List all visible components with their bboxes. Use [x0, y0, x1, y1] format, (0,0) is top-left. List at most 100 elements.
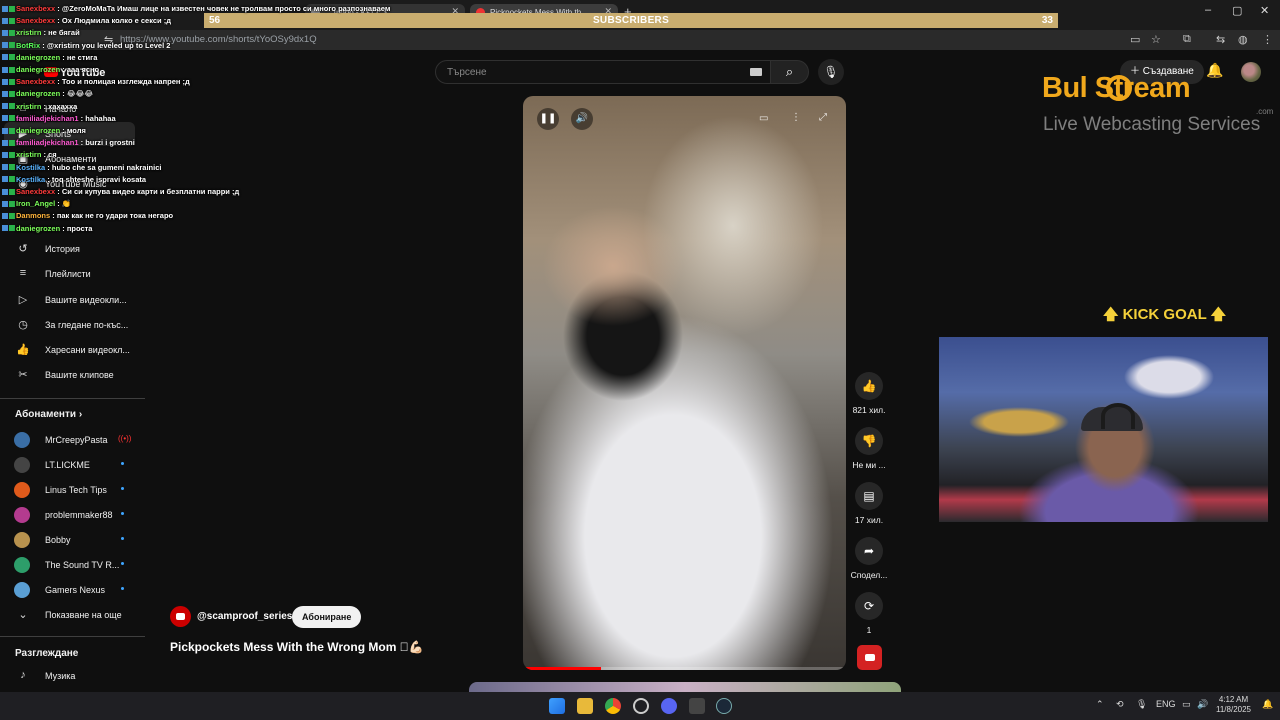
volume-icon[interactable]: 🔊 [571, 108, 593, 130]
subscription-name: LT.LICKME [45, 460, 90, 470]
subscription-item[interactable]: Linus Tech Tips [0, 478, 140, 502]
voice-search-button[interactable]: 🎙 [818, 59, 844, 85]
subscription-item[interactable]: problemmaker88 [0, 503, 140, 527]
platform-badge-icon [2, 176, 8, 183]
streamer-headset [1081, 403, 1143, 431]
notifications-icon[interactable]: 🔔 [1262, 699, 1273, 710]
watch-later-icon: ◷ [18, 319, 28, 331]
chat-message: Kostilka : toq shteshe ispravi kosata [2, 175, 146, 184]
sidebar-item-history[interactable]: ↺ История [0, 237, 135, 261]
share-button[interactable]: ➦ Сподел... [849, 537, 889, 580]
share-icon: ➦ [855, 537, 883, 565]
chat-message: Iron_Angel : 👏 [2, 199, 71, 208]
chat-text: toq shteshe ispravi kosata [51, 174, 147, 184]
sidebar-divider [0, 398, 145, 399]
chat-message: daniegrozen : не стига [2, 53, 97, 62]
subscription-item[interactable]: MrCreepyPasta ((•)) [0, 428, 140, 452]
volume-tray-icon[interactable]: 🔊 [1197, 699, 1208, 710]
subscription-item[interactable]: Bobby [0, 528, 140, 552]
sub-badge-icon [9, 78, 15, 85]
video-menu-icon[interactable]: ⋮ [791, 112, 801, 123]
bookmark-star-icon[interactable]: ☆ [1151, 33, 1161, 46]
terminal-icon[interactable] [689, 698, 705, 714]
chat-separator: : [60, 223, 67, 233]
chat-text: Тоо и полицая изглежда напрен ;д [61, 77, 190, 87]
subscription-name: Bobby [45, 535, 71, 545]
chat-text: Си си купува видео карти и безплатни пар… [61, 187, 240, 196]
chat-message: Sanexbexx : Ох Людмила колко е секси ;д [2, 16, 171, 25]
platform-badge-icon [2, 66, 8, 73]
captions-icon[interactable]: ▭ [759, 113, 768, 124]
video-progress-bar[interactable] [523, 667, 846, 670]
tab-search-icon[interactable]: ⇆ [1216, 33, 1225, 46]
browser-menu-icon[interactable]: ⋮ [1262, 33, 1273, 46]
chat-username: Kostilka [16, 162, 46, 172]
sidebar-item-watch-later[interactable]: ◷ За гледане по-къс... [0, 313, 135, 337]
tray-overflow-icon[interactable]: ⌃ [1096, 699, 1104, 710]
chat-separator: : [60, 52, 67, 62]
subscription-name: problemmaker88 [45, 510, 113, 520]
chat-username: daniegrozen [16, 126, 61, 135]
channel-avatar [14, 482, 30, 498]
sidebar-item-music[interactable]: ♪ Музика [0, 664, 135, 688]
system-clock[interactable]: 4:12 AM 11/8/2025 [1216, 695, 1251, 715]
chat-username: Sanexbexx [16, 16, 56, 26]
fullscreen-icon[interactable]: ⤢ [819, 112, 827, 123]
sidebar-item-label: Вашите видеокли... [45, 295, 127, 305]
minimize-button[interactable]: – [1205, 4, 1211, 16]
chat-username: daniegrozen [16, 65, 61, 74]
sidebar-item-your-videos[interactable]: ▷ Вашите видеокли... [0, 288, 135, 312]
tray-app-icon[interactable]: ⟲ [1116, 699, 1124, 710]
subscribe-button[interactable]: Абониране [292, 606, 362, 628]
chevron-right-icon: › [78, 409, 83, 420]
chat-username: BotRix [16, 40, 41, 50]
subscription-item[interactable]: The Sound TV R... [0, 553, 140, 577]
channel-name[interactable]: @scamproof_series [197, 611, 292, 622]
sidebar-item-liked[interactable]: 👍 Харесани видеокл... [0, 338, 135, 362]
search-button[interactable]: ⌕ [771, 60, 809, 84]
subscribers-goal-bar: 56 SUBSCRIBERS 33 [204, 13, 1058, 28]
extensions-icon[interactable]: ⧉ [1183, 33, 1191, 46]
subscribers-count-right: 33 [1041, 15, 1053, 26]
shorts-video-player[interactable]: ❚❚ 🔊 ▭ ⋮ ⤢ [523, 96, 846, 670]
dislike-button[interactable]: 👎 Не ми ... [849, 427, 889, 470]
chrome-icon[interactable] [605, 698, 621, 714]
next-video-thumbnail[interactable] [469, 682, 901, 692]
subscriptions-heading[interactable]: Абонаменти › [15, 409, 82, 420]
new-content-dot [121, 512, 124, 515]
remix-button[interactable]: ⟳ 1 [849, 592, 889, 635]
show-more-button[interactable]: ⌄ Показване на още [0, 603, 135, 627]
sidebar-item-clips[interactable]: ✂ Вашите клипове [0, 363, 135, 387]
arrow-up-icon: 🡅 [1206, 306, 1227, 323]
comments-button[interactable]: ▤ 17 хил. [849, 482, 889, 525]
cast-icon[interactable]: ▭ [1130, 33, 1140, 46]
search-icon: ⌕ [785, 64, 794, 79]
sidebar-item-playlists[interactable]: ≡ Плейлисти [0, 262, 135, 286]
chat-separator: : [55, 4, 62, 13]
language-indicator[interactable]: ENG [1156, 699, 1176, 709]
maximize-button[interactable]: ▢ [1232, 4, 1242, 17]
channel-thumbnail-button[interactable] [857, 645, 882, 670]
video-title[interactable]: Pickpockets Mess With the Wrong Mom 🏻💪🏻 [170, 640, 424, 654]
network-icon[interactable]: ▭ [1182, 699, 1191, 710]
search-input[interactable]: Търсене [435, 60, 771, 84]
channel-avatar[interactable] [170, 606, 191, 627]
subscription-item[interactable]: Gamers Nexus [0, 578, 140, 602]
microphone-tray-icon[interactable]: 🎙 [1136, 699, 1147, 710]
keyboard-icon[interactable] [750, 68, 762, 76]
file-explorer-icon[interactable] [577, 698, 593, 714]
pause-icon[interactable]: ❚❚ [537, 108, 559, 130]
close-window-button[interactable]: ✕ [1260, 4, 1269, 17]
steam-icon[interactable] [716, 698, 732, 714]
chat-message: xristirn : хахахха [2, 102, 77, 111]
arrow-up-icon: 🡅 [1103, 306, 1123, 323]
profile-icon[interactable]: ◍ [1238, 33, 1248, 46]
start-windows-icon[interactable] [549, 698, 565, 714]
kick-goal-label: KICK GOAL [1122, 306, 1207, 323]
obs-icon[interactable] [633, 698, 649, 714]
discord-icon[interactable] [661, 698, 677, 714]
platform-badge-icon [2, 17, 8, 24]
like-button[interactable]: 👍 821 хил. [849, 372, 889, 415]
subscription-item[interactable]: LT.LICKME [0, 453, 140, 477]
chat-text: hahahaa [85, 113, 116, 123]
